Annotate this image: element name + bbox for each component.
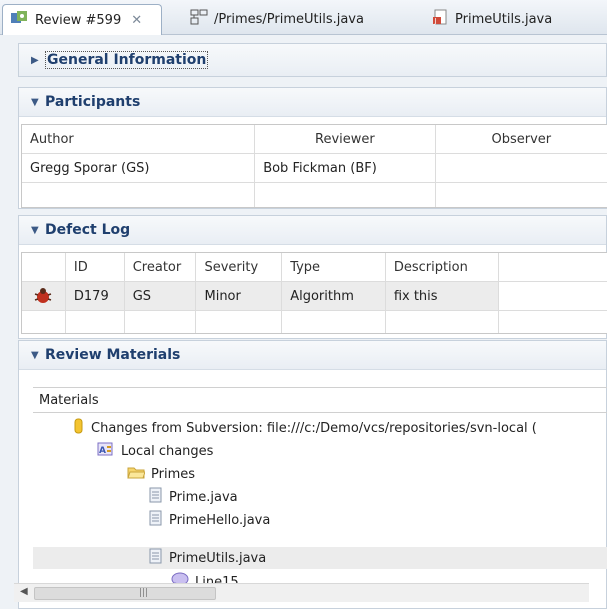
tab-primeutils-java[interactable]: J PrimeUtils.java: [425, 4, 595, 34]
tab-review-599[interactable]: Review #599 ✕: [2, 4, 162, 35]
table-header-row: Author Reviewer Observer: [22, 125, 607, 154]
table-header-row: ID Creator Severity Type Description: [22, 253, 607, 282]
tree-item-label: Changes from Subversion: file:///c:/Demo…: [91, 420, 537, 436]
file-icon: [149, 510, 163, 530]
tree-item-prime-java[interactable]: Prime.java: [149, 486, 238, 508]
expand-arrow-icon[interactable]: ▶: [31, 55, 45, 66]
bug-icon: [22, 282, 66, 310]
defect-description-cell[interactable]: fix this: [386, 282, 500, 310]
empty-row[interactable]: [22, 183, 607, 207]
compare-icon: [190, 9, 208, 29]
column-header-severity[interactable]: Severity: [196, 253, 283, 281]
tab-label: /Primes/PrimeUtils.java: [214, 11, 364, 27]
tree-item-primeutils-java[interactable]: PrimeUtils.java: [149, 547, 266, 569]
column-header-reviewer[interactable]: Reviewer: [255, 125, 436, 153]
changeset-icon: [73, 418, 85, 438]
file-icon: [149, 487, 163, 507]
general-information-section: ▶ General Information: [18, 43, 607, 77]
defect-id-cell[interactable]: D179: [66, 282, 125, 310]
section-title: Review Materials: [45, 347, 181, 363]
tree-item-local-changes[interactable]: A Local changes: [97, 440, 213, 462]
defect-log-header[interactable]: ▼ Defect Log: [19, 216, 606, 245]
scroll-left-icon[interactable]: ◀: [20, 586, 28, 597]
file-icon: [149, 548, 163, 568]
column-header-creator[interactable]: Creator: [125, 253, 197, 281]
tree-item-label: PrimeUtils.java: [169, 550, 267, 566]
review-icon: [11, 11, 29, 29]
empty-row[interactable]: [22, 311, 607, 333]
svg-text:A: A: [99, 446, 106, 456]
folder-icon: [127, 465, 146, 483]
table-row[interactable]: Gregg Sporar (GS) Bob Fickman (BF): [22, 154, 607, 183]
collapse-arrow-icon[interactable]: ▼: [31, 225, 45, 236]
participants-header[interactable]: ▼ Participants: [19, 88, 606, 117]
column-header-id[interactable]: ID: [66, 253, 125, 281]
review-materials-section: ▼ Review Materials Materials Changes fro…: [18, 340, 607, 609]
editor-tab-bar: Review #599 ✕ /Primes/PrimeUtils.java J …: [0, 0, 607, 35]
tab-label: Review #599: [35, 12, 122, 28]
collapse-arrow-icon[interactable]: ▼: [31, 350, 45, 361]
tree-item-primehello-java[interactable]: PrimeHello.java: [149, 509, 270, 531]
horizontal-scrollbar[interactable]: ◀ |||: [14, 583, 589, 602]
scrollbar-thumb[interactable]: |||: [34, 587, 216, 600]
review-editor-content: ▶ General Information ▼ Participants Aut…: [0, 35, 607, 609]
table-row[interactable]: D179 GS Minor Algorithm fix this: [22, 282, 607, 311]
defect-severity-cell[interactable]: Minor: [196, 282, 283, 310]
tree-item-label: Primes: [151, 466, 196, 482]
column-header-type[interactable]: Type: [282, 253, 386, 281]
tree-item-label: PrimeHello.java: [169, 512, 271, 528]
section-title: Participants: [45, 94, 141, 110]
section-title: General Information: [45, 51, 209, 69]
close-icon[interactable]: ✕: [131, 13, 142, 28]
tab-compare-primeutils[interactable]: /Primes/PrimeUtils.java: [182, 4, 402, 34]
materials-column-header[interactable]: Materials: [33, 387, 607, 413]
defect-log-table: ID Creator Severity Type Description D17…: [21, 252, 607, 334]
general-information-header[interactable]: ▶ General Information: [19, 44, 606, 76]
section-title: Defect Log: [45, 222, 131, 238]
author-cell[interactable]: Gregg Sporar (GS): [22, 154, 256, 182]
tab-label: PrimeUtils.java: [455, 11, 553, 27]
review-materials-header[interactable]: ▼ Review Materials: [19, 341, 606, 370]
local-changes-icon: A: [97, 441, 115, 461]
tree-item-changeset[interactable]: Changes from Subversion: file:///c:/Demo…: [73, 417, 537, 439]
defect-creator-cell[interactable]: GS: [125, 282, 197, 310]
collapse-arrow-icon[interactable]: ▼: [31, 97, 45, 108]
grip-icon: |||: [139, 588, 149, 598]
column-header-description[interactable]: Description: [386, 253, 500, 281]
defect-type-cell[interactable]: Algorithm: [282, 282, 386, 310]
participants-table: Author Reviewer Observer Gregg Sporar (G…: [21, 124, 607, 208]
participants-section: ▼ Participants Author Reviewer Observer …: [18, 87, 607, 209]
observer-cell[interactable]: [436, 154, 607, 182]
tree-item-label: Local changes: [121, 443, 214, 459]
tree-item-primes-folder[interactable]: Primes: [127, 463, 195, 485]
column-header-author[interactable]: Author: [22, 125, 256, 153]
java-file-icon: J: [433, 9, 449, 29]
column-header-observer[interactable]: Observer: [436, 125, 607, 153]
svg-text:J: J: [434, 17, 437, 25]
column-header-icon: [22, 253, 66, 281]
tree-item-label: Prime.java: [169, 489, 238, 505]
defect-log-section: ▼ Defect Log ID Creator Severity Type De…: [18, 215, 607, 339]
reviewer-cell[interactable]: Bob Fickman (BF): [255, 154, 436, 182]
selection-highlight: [33, 547, 607, 569]
